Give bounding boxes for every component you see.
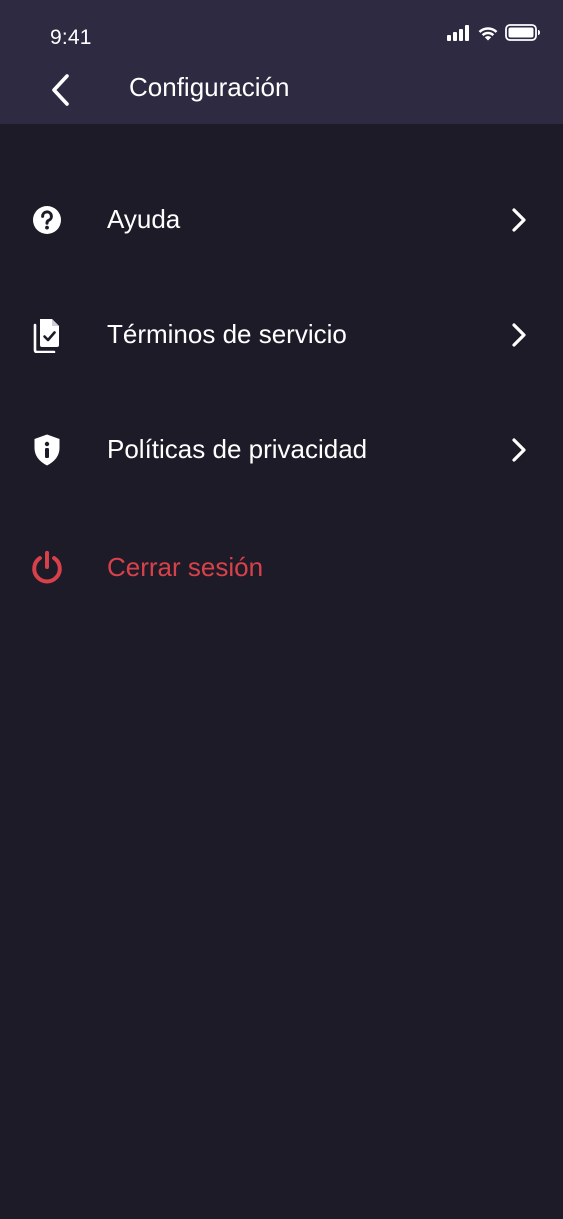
status-icons xyxy=(447,24,541,46)
page-title: Configuración xyxy=(129,72,290,102)
back-button[interactable] xyxy=(40,70,80,114)
shield-info-icon xyxy=(29,432,65,468)
document-check-icon xyxy=(29,317,65,353)
settings-screen: 9:41 Configuración Ayuda Términos de ser… xyxy=(0,0,563,1219)
logout-button[interactable]: Cerrar sesión xyxy=(0,528,563,608)
help-circle-icon xyxy=(29,202,65,238)
menu-item-privacy[interactable]: Políticas de privacidad xyxy=(0,410,563,490)
chevron-right-icon xyxy=(505,436,533,464)
menu-item-label: Políticas de privacidad xyxy=(107,434,368,464)
menu-item-label: Ayuda xyxy=(107,204,181,234)
cellular-signal-icon xyxy=(447,24,471,46)
chevron-right-icon xyxy=(505,321,533,349)
battery-icon xyxy=(505,24,541,46)
app-header: 9:41 Configuración xyxy=(0,0,563,124)
power-icon xyxy=(29,550,65,586)
chevron-right-icon xyxy=(505,206,533,234)
logout-label: Cerrar sesión xyxy=(107,552,264,582)
menu-item-terms[interactable]: Términos de servicio xyxy=(0,295,563,375)
wifi-icon xyxy=(477,25,499,46)
status-time: 9:41 xyxy=(50,26,92,49)
chevron-left-icon xyxy=(48,73,72,112)
menu-item-label: Términos de servicio xyxy=(107,319,347,349)
menu-item-help[interactable]: Ayuda xyxy=(0,180,563,260)
